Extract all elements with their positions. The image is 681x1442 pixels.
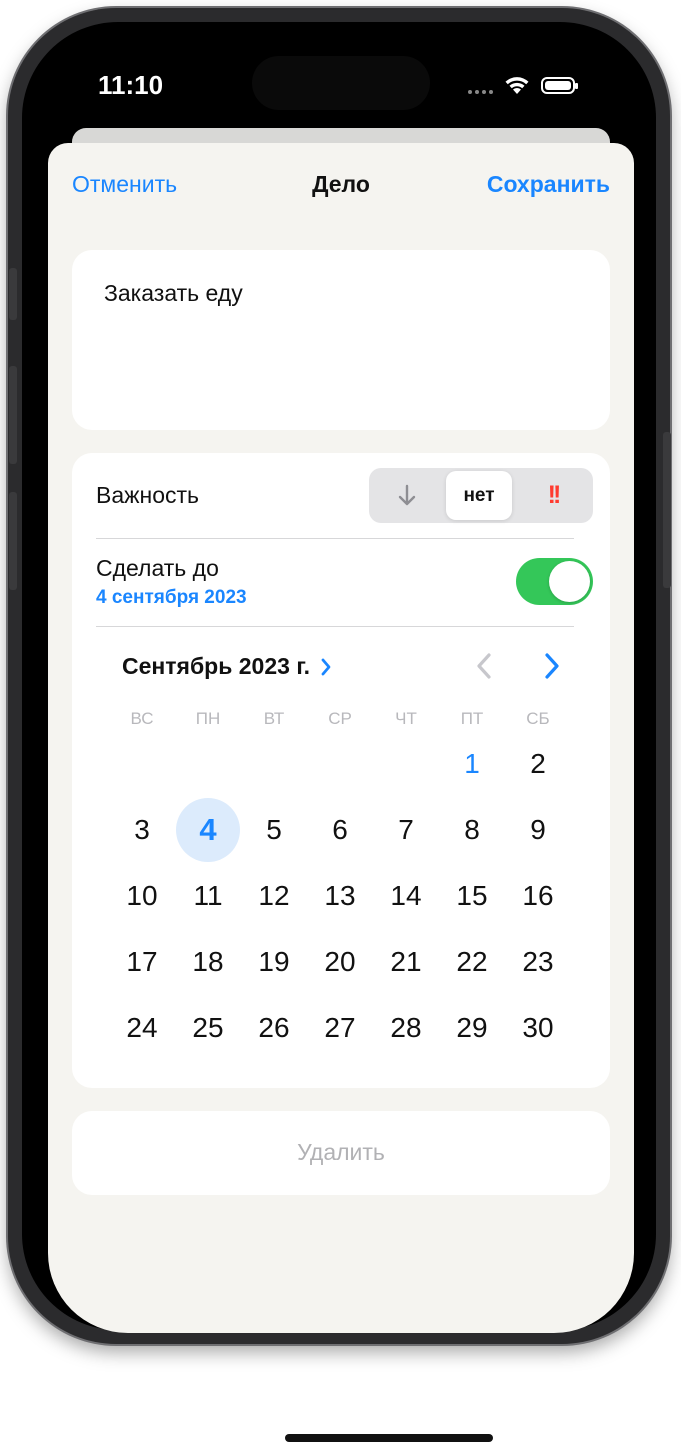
dynamic-island [252, 56, 430, 110]
task-text-input[interactable]: Заказать еду [104, 280, 243, 307]
importance-low-option[interactable] [372, 471, 442, 520]
calendar-day-18[interactable]: 18 [176, 930, 240, 994]
volume-down-button [9, 492, 17, 590]
deadline-date-link[interactable]: 4 сентября 2023 [96, 587, 247, 609]
deadline-label: Сделать до [96, 555, 219, 581]
calendar-day-29[interactable]: 29 [440, 996, 504, 1060]
cellular-signal-icon [468, 90, 493, 94]
chevron-left-icon [477, 653, 491, 679]
navigation-bar: Отменить Дело Сохранить [48, 143, 634, 229]
calendar-day-10[interactable]: 10 [110, 864, 174, 928]
status-time: 11:10 [98, 70, 164, 100]
battery-icon [541, 76, 578, 94]
calendar-day-6[interactable]: 6 [308, 798, 372, 862]
calendar-day-14[interactable]: 14 [374, 864, 438, 928]
wifi-icon [505, 77, 529, 94]
calendar-day-28[interactable]: 28 [374, 996, 438, 1060]
chevron-right-icon [321, 658, 331, 675]
weekday-label: ВТ [263, 709, 285, 728]
weekday-label: ЧТ [395, 709, 417, 728]
chevron-right-icon [545, 653, 559, 679]
settings-card: Важность нет !! Сделать до 4 сентября 20… [72, 453, 610, 1088]
calendar-day-1[interactable]: 1 [440, 732, 504, 796]
calendar-day-7[interactable]: 7 [374, 798, 438, 862]
importance-segmented-control[interactable]: нет !! [369, 468, 593, 523]
calendar-day-20[interactable]: 20 [308, 930, 372, 994]
calendar-day-26[interactable]: 26 [242, 996, 306, 1060]
delete-button[interactable]: Удалить [72, 1139, 610, 1166]
calendar-day-16[interactable]: 16 [506, 864, 570, 928]
calendar-day-23[interactable]: 23 [506, 930, 570, 994]
toggle-knob [549, 561, 590, 602]
calendar-day-2[interactable]: 2 [506, 732, 570, 796]
weekday-label: ПТ [460, 709, 484, 728]
calendar-day-13[interactable]: 13 [308, 864, 372, 928]
calendar-day-11[interactable]: 11 [176, 864, 240, 928]
calendar-day-30[interactable]: 30 [506, 996, 570, 1060]
calendar-day-5[interactable]: 5 [242, 798, 306, 862]
weekday-label: ВС [130, 709, 154, 728]
save-button[interactable]: Сохранить [487, 171, 610, 198]
importance-label: Важность [96, 482, 200, 508]
calendar-day-19[interactable]: 19 [242, 930, 306, 994]
previous-month-button[interactable] [472, 651, 496, 686]
calendar-day-15[interactable]: 15 [440, 864, 504, 928]
calendar-day-4[interactable]: 4 [176, 798, 240, 862]
calendar-day-24[interactable]: 24 [110, 996, 174, 1060]
calendar-day-17[interactable]: 17 [110, 930, 174, 994]
calendar-day-9[interactable]: 9 [506, 798, 570, 862]
calendar-day-21[interactable]: 21 [374, 930, 438, 994]
weekday-label: СР [328, 709, 352, 728]
divider [96, 538, 574, 539]
power-button [663, 432, 671, 588]
home-indicator [285, 1434, 493, 1442]
task-text-card[interactable]: Заказать еду [72, 250, 610, 430]
weekday-label: ПН [195, 709, 221, 728]
calendar-day-22[interactable]: 22 [440, 930, 504, 994]
importance-none-option[interactable]: нет [446, 471, 512, 520]
action-button [9, 268, 17, 320]
volume-up-button [9, 366, 17, 464]
calendar-month-picker[interactable]: Сентябрь 2023 г. [122, 653, 332, 680]
calendar-month-label: Сентябрь 2023 г. [122, 653, 310, 679]
task-sheet: Отменить Дело Сохранить Заказать еду Важ… [48, 143, 634, 1442]
deadline-toggle[interactable] [516, 558, 593, 605]
calendar-day-25[interactable]: 25 [176, 996, 240, 1060]
weekday-label: СБ [526, 709, 550, 728]
next-month-button[interactable] [540, 651, 564, 686]
importance-high-option[interactable]: !! [516, 471, 590, 520]
calendar-day-27[interactable]: 27 [308, 996, 372, 1060]
delete-card[interactable]: Удалить [72, 1111, 610, 1195]
status-icons [468, 70, 578, 100]
divider [96, 626, 574, 627]
arrow-down-icon [398, 484, 416, 505]
calendar-day-8[interactable]: 8 [440, 798, 504, 862]
calendar-day-12[interactable]: 12 [242, 864, 306, 928]
calendar-day-3[interactable]: 3 [110, 798, 174, 862]
